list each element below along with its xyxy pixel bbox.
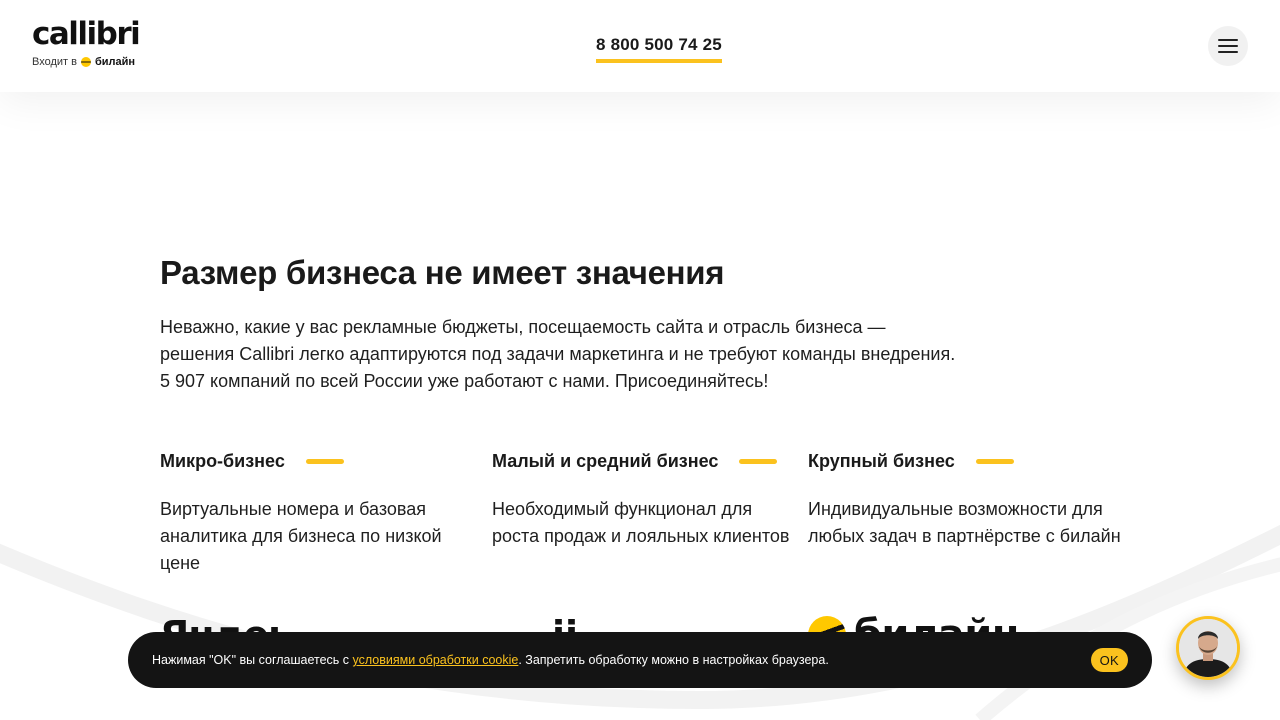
section-description: Неважно, какие у вас рекламные бюджеты, … [160,317,956,391]
business-column-small-medium: Малый и средний бизнес Необходимый функц… [492,448,792,550]
accent-dash [305,458,344,464]
column-text: Необходимый функционал для роста продаж … [492,499,790,546]
accent-dash [739,458,778,464]
cookie-text-before: Нажимая "OK" вы соглашаетесь с [152,653,353,667]
operator-photo-icon [1179,619,1237,677]
logo-subtitle: Входит в билайн [32,56,152,68]
accent-dash [975,458,1014,464]
business-column-large: Крупный бизнес Индивидуальные возможност… [808,448,1128,550]
logo-sub-prefix: Входит в [32,56,77,68]
column-title: Крупный бизнес [808,450,955,471]
column-header: Крупный бизнес [808,448,1128,474]
column-header: Малый и средний бизнес [492,448,792,474]
logo-sub-brand: билайн [94,56,136,68]
hamburger-menu-icon [1218,39,1238,41]
hamburger-menu-icon-line [1218,45,1238,47]
logo-wordmark: callibri [32,16,141,52]
chat-operator-avatar[interactable] [1176,616,1240,680]
cookie-ok-button[interactable]: OK [1090,648,1128,672]
beeline-logo-icon [80,57,91,67]
header-phone-link[interactable]: 8 800 500 74 25 [596,35,722,63]
column-title: Микро-бизнес [160,450,285,471]
column-title: Малый и средний бизнес [492,450,719,471]
column-text: Индивидуальные возможности для любых зад… [808,499,1121,546]
cookie-text-after: . Запретить обработку можно в настройках… [518,653,829,667]
section-title: Размер бизнеса не имеет значения [160,254,725,291]
business-column-micro: Микро-бизнес Виртуальные номера и базова… [160,448,470,577]
hamburger-menu-icon-line [1218,51,1238,53]
callibri-logo[interactable]: callibri Входит в билайн [32,16,152,74]
column-text: Виртуальные номера и базовая аналитика д… [160,499,442,573]
site-header: callibri Входит в билайн 8 800 500 74 25 [0,0,1280,92]
menu-button[interactable] [1208,26,1248,66]
cookie-policy-link[interactable]: условиями обработки cookie [353,653,519,667]
cookie-banner: Нажимая "OK" вы соглашаетесь с условиями… [128,632,1152,688]
column-header: Микро-бизнес [160,448,470,474]
cookie-text: Нажимая "OK" вы соглашаетесь с условиями… [152,653,1091,667]
